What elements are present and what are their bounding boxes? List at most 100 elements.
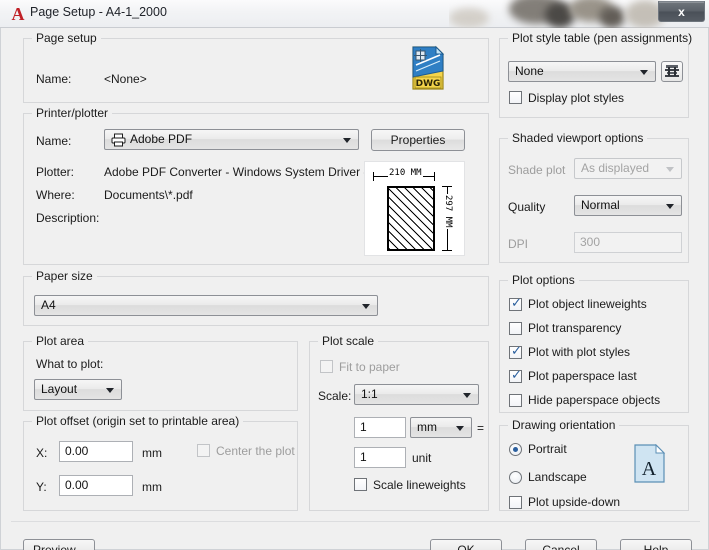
chevron-down-icon bbox=[106, 388, 114, 393]
offset-x-input[interactable]: 0.00 bbox=[59, 441, 133, 462]
ok-button[interactable]: OK bbox=[430, 539, 502, 550]
width-dim-tick-right bbox=[434, 172, 435, 181]
height-dim-tick-top bbox=[442, 186, 452, 187]
check-icon: ✓ bbox=[511, 368, 522, 383]
scale-lineweights-checkbox[interactable] bbox=[354, 478, 367, 491]
offset-y-input[interactable]: 0.00 bbox=[59, 475, 133, 496]
width-dim-tick-left bbox=[373, 172, 374, 181]
page-setup-legend: Page setup bbox=[32, 31, 101, 45]
chevron-down-icon bbox=[666, 167, 674, 172]
offset-x-unit: mm bbox=[142, 446, 162, 460]
scale-lineweights-label: Scale lineweights bbox=[373, 478, 466, 492]
title-bar: A Page Setup - A4-1_2000 x bbox=[0, 0, 709, 28]
what-to-plot-value: Layout bbox=[41, 382, 78, 396]
paper-sheet bbox=[387, 186, 435, 251]
chevron-down-icon bbox=[343, 138, 351, 143]
plot-options-group: Plot options ✓ Plot object lineweights P… bbox=[499, 273, 689, 413]
offset-y-value: 0.00 bbox=[65, 478, 89, 492]
landscape-radio[interactable] bbox=[509, 471, 522, 484]
dpi-value: 300 bbox=[580, 235, 601, 249]
shade-plot-label: Shade plot bbox=[508, 163, 566, 177]
chevron-down-icon bbox=[463, 393, 471, 398]
scale-unit-combo[interactable]: mm bbox=[410, 417, 472, 438]
printer-name-combo[interactable]: Adobe PDF bbox=[104, 129, 359, 150]
preview-button[interactable]: Preview... bbox=[23, 539, 95, 550]
dialog-body: Page setup Name: <None> DWG Printer/plot… bbox=[0, 28, 709, 550]
chevron-down-icon bbox=[456, 426, 464, 431]
display-plot-styles-checkbox[interactable] bbox=[509, 91, 522, 104]
svg-text:DWG: DWG bbox=[416, 79, 441, 89]
quality-combo[interactable]: Normal bbox=[574, 195, 682, 216]
shade-plot-combo[interactable]: As displayed bbox=[574, 158, 682, 179]
plot-scale-legend: Plot scale bbox=[318, 334, 379, 348]
printer-name-value: Adobe PDF bbox=[130, 132, 193, 146]
plot-offset-group: Plot offset (origin set to printable are… bbox=[23, 414, 298, 511]
hide-paperspace-objects-label: Hide paperspace objects bbox=[528, 393, 661, 407]
plot-style-table-legend: Plot style table (pen assignments) bbox=[508, 31, 697, 45]
properties-button[interactable]: Properties bbox=[371, 129, 465, 151]
footer-separator bbox=[11, 521, 700, 522]
plot-with-plot-styles-checkbox[interactable]: ✓ bbox=[509, 345, 522, 359]
autocad-logo-icon: A bbox=[11, 4, 25, 24]
dwg-file-icon: DWG bbox=[409, 45, 447, 91]
page-setup-group: Page setup Name: <None> DWG bbox=[23, 31, 489, 103]
chevron-down-icon bbox=[640, 70, 648, 75]
display-plot-styles-label: Display plot styles bbox=[528, 91, 625, 105]
cancel-button[interactable]: Cancel bbox=[525, 539, 597, 550]
plot-upside-down-checkbox[interactable] bbox=[509, 496, 522, 509]
plot-object-lineweights-label: Plot object lineweights bbox=[528, 297, 647, 311]
plot-options-legend: Plot options bbox=[508, 273, 579, 287]
plot-object-lineweights-checkbox[interactable]: ✓ bbox=[509, 296, 522, 311]
paper-height-label: 297 MM bbox=[443, 194, 453, 229]
offset-x-value: 0.00 bbox=[65, 444, 89, 458]
scale-numerator-input[interactable]: 1 bbox=[354, 417, 406, 438]
paper-preview: 210 MM 297 MM bbox=[364, 161, 465, 256]
paper-width-label: 210 MM bbox=[388, 168, 423, 178]
plotter-label: Plotter: bbox=[36, 165, 75, 179]
scale-combo[interactable]: 1:1 bbox=[354, 384, 479, 405]
plot-paperspace-last-checkbox[interactable]: ✓ bbox=[509, 368, 522, 383]
shaded-viewport-group: Shaded viewport options Shade plot As di… bbox=[499, 131, 689, 263]
scale-equals-label: = bbox=[477, 421, 485, 435]
scale-denominator-value: 1 bbox=[360, 450, 367, 464]
hide-paperspace-objects-checkbox[interactable] bbox=[509, 394, 522, 407]
landscape-label: Landscape bbox=[528, 470, 587, 484]
offset-y-unit: mm bbox=[142, 480, 162, 494]
center-plot-label: Center the plot bbox=[216, 444, 295, 458]
page-setup-name-label: Name: bbox=[36, 72, 72, 86]
plot-style-combo[interactable]: None bbox=[508, 61, 656, 82]
scale-unit-label: unit bbox=[412, 451, 432, 465]
height-dim-tick-bottom bbox=[442, 250, 452, 251]
fit-to-paper-checkbox[interactable] bbox=[320, 360, 333, 373]
shade-plot-value: As displayed bbox=[581, 161, 650, 175]
portrait-radio[interactable] bbox=[509, 443, 522, 456]
plot-style-value: None bbox=[515, 64, 544, 78]
scale-denominator-input[interactable]: 1 bbox=[354, 447, 406, 468]
plot-scale-group: Plot scale Fit to paper Scale: 1:1 1 mm … bbox=[309, 334, 489, 511]
plot-paperspace-last-label: Plot paperspace last bbox=[528, 369, 637, 383]
orientation-page-icon: A bbox=[634, 443, 666, 484]
what-to-plot-label: What to plot: bbox=[36, 357, 104, 371]
edit-plot-style-table-button[interactable] bbox=[661, 61, 683, 82]
paper-size-value: A4 bbox=[41, 298, 56, 312]
svg-text:A: A bbox=[642, 458, 657, 480]
where-value: Documents\*.pdf bbox=[104, 188, 193, 202]
paper-size-group: Paper size A4 bbox=[23, 269, 489, 326]
close-button[interactable]: x bbox=[658, 1, 705, 22]
plot-with-plot-styles-label: Plot with plot styles bbox=[528, 345, 631, 359]
what-to-plot-combo[interactable]: Layout bbox=[34, 379, 122, 400]
quality-value: Normal bbox=[581, 198, 620, 212]
scale-unit-value: mm bbox=[417, 420, 437, 434]
check-icon: ✓ bbox=[511, 296, 522, 311]
dpi-input[interactable]: 300 bbox=[574, 232, 682, 253]
center-plot-checkbox[interactable] bbox=[197, 444, 210, 457]
chevron-down-icon bbox=[362, 304, 370, 309]
quality-label: Quality bbox=[508, 200, 546, 214]
dpi-label: DPI bbox=[508, 237, 529, 251]
plot-transparency-checkbox[interactable] bbox=[509, 322, 522, 335]
paper-size-combo[interactable]: A4 bbox=[34, 295, 378, 316]
paper-size-legend: Paper size bbox=[32, 269, 97, 283]
printer-plotter-group: Printer/plotter Name: Adobe PDF Properti… bbox=[23, 106, 489, 265]
drawing-orientation-legend: Drawing orientation bbox=[508, 418, 620, 432]
help-button[interactable]: Help bbox=[620, 539, 692, 550]
